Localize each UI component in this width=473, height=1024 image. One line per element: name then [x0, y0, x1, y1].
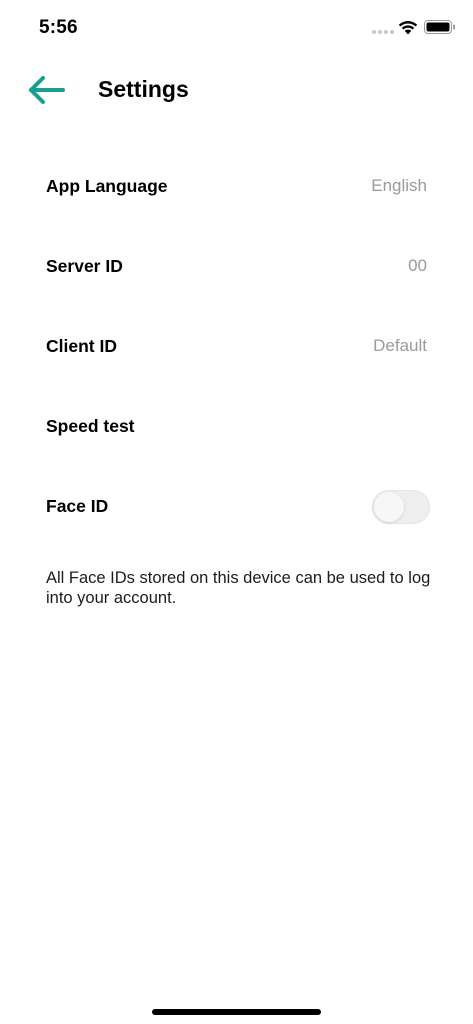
status-time: 5:56	[39, 17, 78, 38]
settings-row-server-id[interactable]: Server ID 00	[46, 246, 430, 286]
row-label: Server ID	[46, 256, 123, 276]
settings-row-face-id: Face ID	[46, 486, 430, 526]
row-label: App Language	[46, 176, 168, 196]
settings-row-app-language[interactable]: App Language English	[46, 166, 430, 206]
row-value: English	[371, 176, 427, 195]
face-id-description: All Face IDs stored on this device can b…	[46, 569, 431, 607]
arrow-left-icon[interactable]	[26, 70, 66, 110]
signal-icon	[372, 30, 394, 36]
row-value: Default	[373, 336, 427, 355]
settings-row-client-id[interactable]: Client ID Default	[46, 326, 430, 366]
face-id-toggle[interactable]	[372, 490, 430, 524]
status-bar: 5:56	[0, 0, 473, 56]
home-indicator[interactable]	[152, 1009, 321, 1015]
row-label: Face ID	[46, 496, 109, 516]
settings-row-speed-test[interactable]: Speed test	[46, 406, 430, 446]
battery-icon	[424, 20, 455, 34]
toggle-knob	[374, 492, 404, 522]
page-title: Settings	[98, 76, 189, 102]
row-label: Speed test	[46, 416, 135, 436]
row-value: 00	[408, 256, 427, 275]
row-label: Client ID	[46, 336, 117, 356]
wifi-icon	[398, 21, 418, 35]
